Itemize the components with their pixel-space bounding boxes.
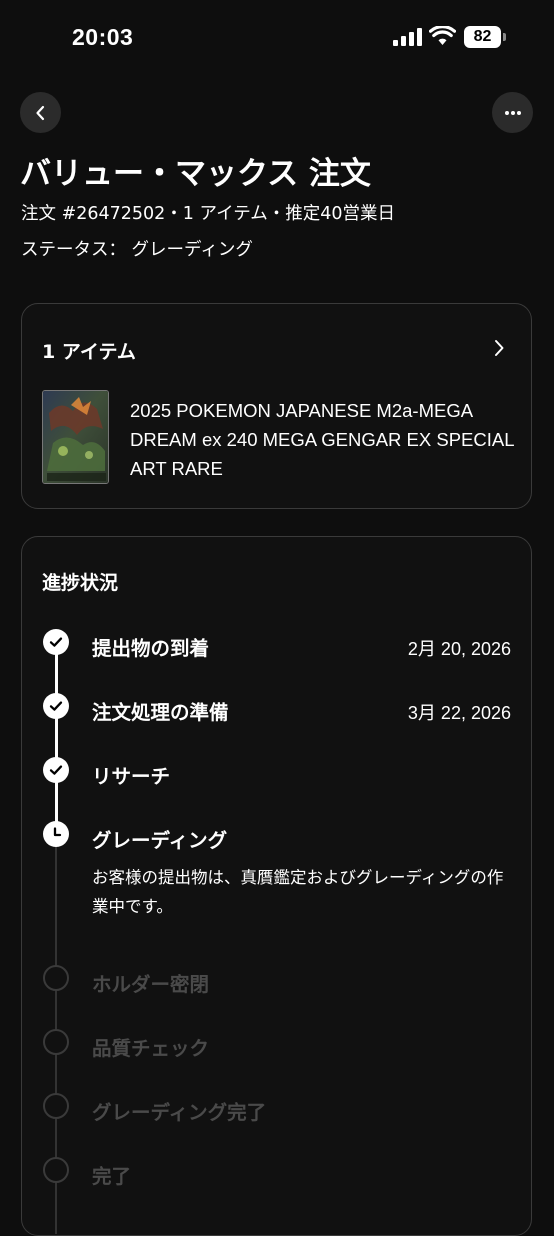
step-check-icon — [43, 629, 69, 655]
status-time: 20:03 — [72, 24, 134, 50]
page-title: バリュー・マックス 注文 — [20, 156, 371, 192]
order-meta: 注文 #26472502・1 アイテム・推定40営業日 — [21, 204, 396, 224]
step-pending-icon — [43, 1157, 69, 1183]
step-label: 提出物の到着 — [92, 637, 210, 660]
progress-title: 進捗状況 — [42, 572, 119, 594]
items-card[interactable]: 1 アイテム 2025 POKEMON JAPANESE M2a-MEGA DR… — [21, 303, 532, 509]
step-pending-icon — [43, 1029, 69, 1055]
item-name: 2025 POKEMON JAPANESE M2a-MEGA DREAM ex … — [130, 400, 514, 479]
battery-icon: 82 — [464, 26, 506, 48]
step-date: 2月 20, 2026 — [407, 639, 511, 659]
wifi-icon — [429, 26, 456, 45]
step-label: グレーディング完了 — [92, 1101, 267, 1124]
more-horizontal-icon — [504, 110, 521, 115]
step-label: 完了 — [92, 1165, 132, 1188]
step-label: 注文処理の準備 — [92, 701, 229, 724]
progress-card: 進捗状況 提出物の到着 2月 20, 2026 注文処理の準備 3月 22, 2… — [21, 536, 532, 1236]
order-status: ステータス： グレーディング — [21, 240, 253, 260]
card-thumbnail — [42, 390, 109, 484]
step-label: 品質チェック — [92, 1037, 210, 1060]
items-count-header: 1 アイテム — [42, 341, 136, 363]
step-description: お客様の提出物は、真贋鑑定およびグレーディングの作業中です。 — [92, 868, 504, 916]
chevron-right-icon — [495, 340, 504, 356]
timeline-line-completed — [55, 642, 58, 834]
step-pending-icon — [43, 1093, 69, 1119]
battery-level: 82 — [464, 26, 501, 48]
step-label: リサーチ — [92, 765, 171, 788]
more-options-button[interactable] — [492, 92, 533, 133]
status-bar: 20:03 82 — [0, 0, 554, 76]
step-pending-icon — [43, 965, 69, 991]
step-clock-icon — [43, 821, 69, 847]
step-label: ホルダー密閉 — [92, 973, 210, 996]
step-check-icon — [43, 693, 69, 719]
chevron-left-icon — [35, 105, 44, 120]
cellular-signal-icon — [393, 28, 422, 46]
step-label: グレーディング — [92, 829, 228, 852]
back-button[interactable] — [20, 92, 61, 133]
step-date: 3月 22, 2026 — [407, 703, 511, 723]
step-check-icon — [43, 757, 69, 783]
